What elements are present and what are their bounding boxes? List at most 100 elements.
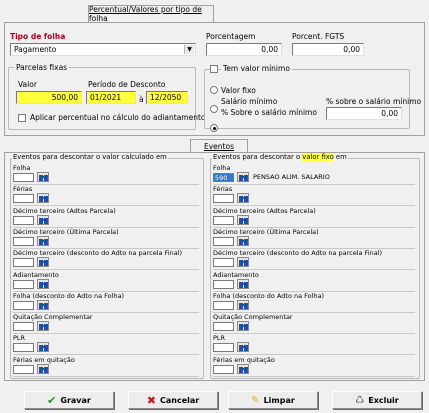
radio-valor-fixo-label: Valor fixo	[221, 86, 256, 95]
event-label: PLR	[13, 334, 26, 342]
valor-input[interactable]: 500,00	[16, 91, 82, 104]
event-label: Décimo terceiro (Última Parcela)	[13, 228, 119, 236]
radio-pct-salario-minimo[interactable]	[210, 124, 218, 132]
event-separator	[213, 184, 415, 185]
event-label: Folha	[13, 164, 31, 172]
tab-eventos-label: Eventos	[204, 142, 234, 151]
binoculars-icon[interactable]	[37, 172, 49, 182]
porcent-fgts-input[interactable]: 0,00	[292, 43, 364, 56]
event-code-input[interactable]	[13, 258, 34, 267]
binoculars-icon[interactable]	[37, 342, 49, 352]
binoculars-icon[interactable]	[237, 215, 249, 225]
event-separator	[213, 205, 415, 206]
aplicar-percentual-label: Aplicar percentual no cálculo do adianta…	[30, 113, 206, 122]
tab-eventos[interactable]: Eventos	[190, 139, 248, 153]
binoculars-icon[interactable]	[37, 364, 49, 374]
binoculars-icon[interactable]	[37, 321, 49, 331]
event-label: Folha	[213, 164, 231, 172]
tab-percentual-valores[interactable]: Percentual/Valores por tipo de folha	[88, 5, 214, 23]
aplicar-percentual-checkbox[interactable]	[18, 114, 26, 122]
event-label: Décimo terceiro (Última Parcela)	[213, 228, 319, 236]
tipo-folha-select[interactable]: Pagamento ▼	[10, 43, 196, 56]
event-label: Décimo terceiro (desconto do Adto na par…	[13, 249, 183, 257]
binoculars-icon[interactable]	[237, 236, 249, 246]
gravar-button-label: Gravar	[60, 395, 91, 405]
valor-label: Valor	[18, 80, 37, 89]
periodo-fim-input[interactable]: 12/2050	[146, 91, 188, 104]
limpar-button[interactable]: ✎ Limpar	[228, 391, 318, 409]
event-code-input[interactable]	[13, 173, 34, 182]
cancelar-button-label: Cancelar	[160, 395, 200, 405]
excluir-button-label: Excluir	[368, 395, 399, 405]
periodo-inicio-input[interactable]: 01/2021	[86, 91, 136, 104]
event-label: Férias	[213, 185, 233, 193]
event-code-input[interactable]	[13, 301, 34, 310]
event-code-input[interactable]	[213, 365, 234, 374]
binoculars-icon[interactable]	[237, 257, 249, 267]
radio-salario-minimo[interactable]	[210, 105, 218, 113]
event-separator	[13, 205, 199, 206]
event-code-input[interactable]	[213, 343, 234, 352]
gravar-button[interactable]: ✔ Gravar	[24, 391, 114, 409]
excluir-button[interactable]: ♺ Excluir	[332, 391, 422, 409]
event-label: Décimo terceiro (desconto do Adto na par…	[213, 249, 383, 257]
delete-icon: ♺	[355, 394, 365, 406]
binoculars-icon[interactable]	[237, 300, 249, 310]
event-code-input[interactable]	[213, 301, 234, 310]
event-code-input[interactable]	[13, 343, 34, 352]
radio-valor-fixo[interactable]	[210, 86, 218, 94]
binoculars-icon[interactable]	[237, 364, 249, 374]
check-icon: ✔	[47, 393, 57, 407]
binoculars-icon[interactable]	[237, 193, 249, 203]
pct-salario-minimo-input[interactable]: 0,00	[326, 107, 402, 120]
event-code-input[interactable]	[213, 322, 234, 331]
event-label: Folha (desconto do Adto na Folha)	[13, 292, 125, 300]
event-code-input[interactable]	[13, 237, 34, 246]
binoculars-icon[interactable]	[237, 172, 249, 182]
event-code-input[interactable]	[213, 258, 234, 267]
event-label: Adiantamento	[13, 271, 59, 279]
binoculars-icon[interactable]	[237, 321, 249, 331]
event-separator	[213, 333, 415, 334]
left-events-header: Eventos para descontar o valor calculado…	[12, 153, 168, 161]
event-code-input[interactable]	[13, 216, 34, 225]
event-description: PENSAO ALIM. SALARIO	[253, 173, 330, 181]
binoculars-icon[interactable]	[237, 342, 249, 352]
event-code-input[interactable]	[213, 280, 234, 289]
tem-valor-minimo-checkbox[interactable]	[210, 65, 218, 73]
binoculars-icon[interactable]	[237, 279, 249, 289]
binoculars-icon[interactable]	[37, 215, 49, 225]
chevron-down-icon[interactable]: ▼	[184, 45, 194, 54]
event-code-input[interactable]	[213, 194, 234, 203]
porcent-fgts-label: Porcent. FGTS	[292, 32, 345, 41]
event-code-input[interactable]	[213, 216, 234, 225]
event-separator	[213, 354, 415, 355]
tab-percentual-valores-label: Percentual/Valores por tipo de folha	[89, 5, 202, 23]
porcentagem-input[interactable]: 0,00	[206, 43, 282, 56]
event-code-input[interactable]	[13, 322, 34, 331]
porcentagem-label: Porcentagem	[206, 32, 256, 41]
right-events-header-post: em	[335, 153, 347, 161]
event-separator	[213, 376, 415, 377]
periodo-separator: à	[139, 95, 144, 104]
event-separator	[13, 333, 199, 334]
binoculars-icon[interactable]	[37, 279, 49, 289]
event-label: Adiantamento	[213, 271, 259, 279]
event-code-input[interactable]: 590	[213, 173, 234, 182]
binoculars-icon[interactable]	[37, 193, 49, 203]
tem-valor-minimo-label: Tem valor mínimo	[221, 64, 292, 73]
event-code-input[interactable]	[213, 237, 234, 246]
cancelar-button[interactable]: ✖ Cancelar	[128, 391, 218, 409]
event-code-input[interactable]	[13, 194, 34, 203]
binoculars-icon[interactable]	[37, 236, 49, 246]
right-events-header-highlight: valor fixo	[302, 153, 334, 161]
parcelas-fixas-title: Parcelas fixas	[14, 63, 70, 72]
eraser-icon: ✎	[251, 394, 260, 406]
event-code-input[interactable]	[13, 365, 34, 374]
event-code-input[interactable]	[13, 280, 34, 289]
event-label: PLR	[213, 334, 226, 342]
event-label: Décimo terceiro (Adtos Parcela)	[213, 207, 316, 215]
binoculars-icon[interactable]	[37, 257, 49, 267]
binoculars-icon[interactable]	[37, 300, 49, 310]
radio-pct-salario-minimo-label: % Sobre o salário mínimo	[221, 108, 317, 117]
